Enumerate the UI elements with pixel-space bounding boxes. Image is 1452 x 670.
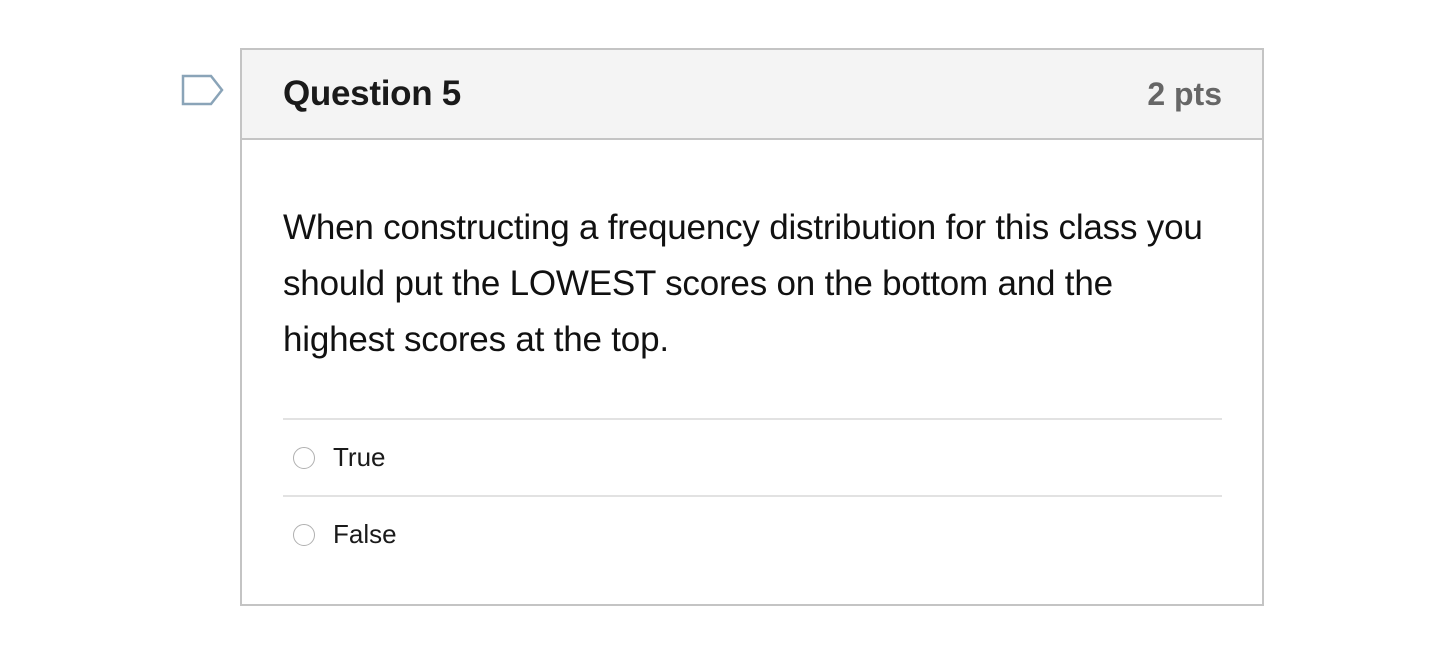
answer-option-true[interactable]: True [283,420,1222,497]
question-points: 2 pts [1147,75,1222,112]
flag-question-button[interactable] [181,74,225,110]
question-header: Question 5 2 pts [242,50,1262,140]
answer-option-false[interactable]: False [283,497,1222,572]
flag-question-icon [181,74,224,106]
radio-button-true[interactable] [293,446,315,469]
answer-label-false: False [333,519,397,549]
quiz-page: Question 5 2 pts When constructing a fre… [0,0,1452,670]
radio-button-false[interactable] [293,523,315,546]
question-text: When constructing a frequency distributi… [283,208,1203,359]
question-body: When constructing a frequency distributi… [242,140,1262,572]
question-card: Question 5 2 pts When constructing a fre… [240,48,1264,606]
answer-list: True False [283,418,1222,572]
question-title: Question 5 [283,74,461,113]
answer-label-true: True [333,442,386,472]
